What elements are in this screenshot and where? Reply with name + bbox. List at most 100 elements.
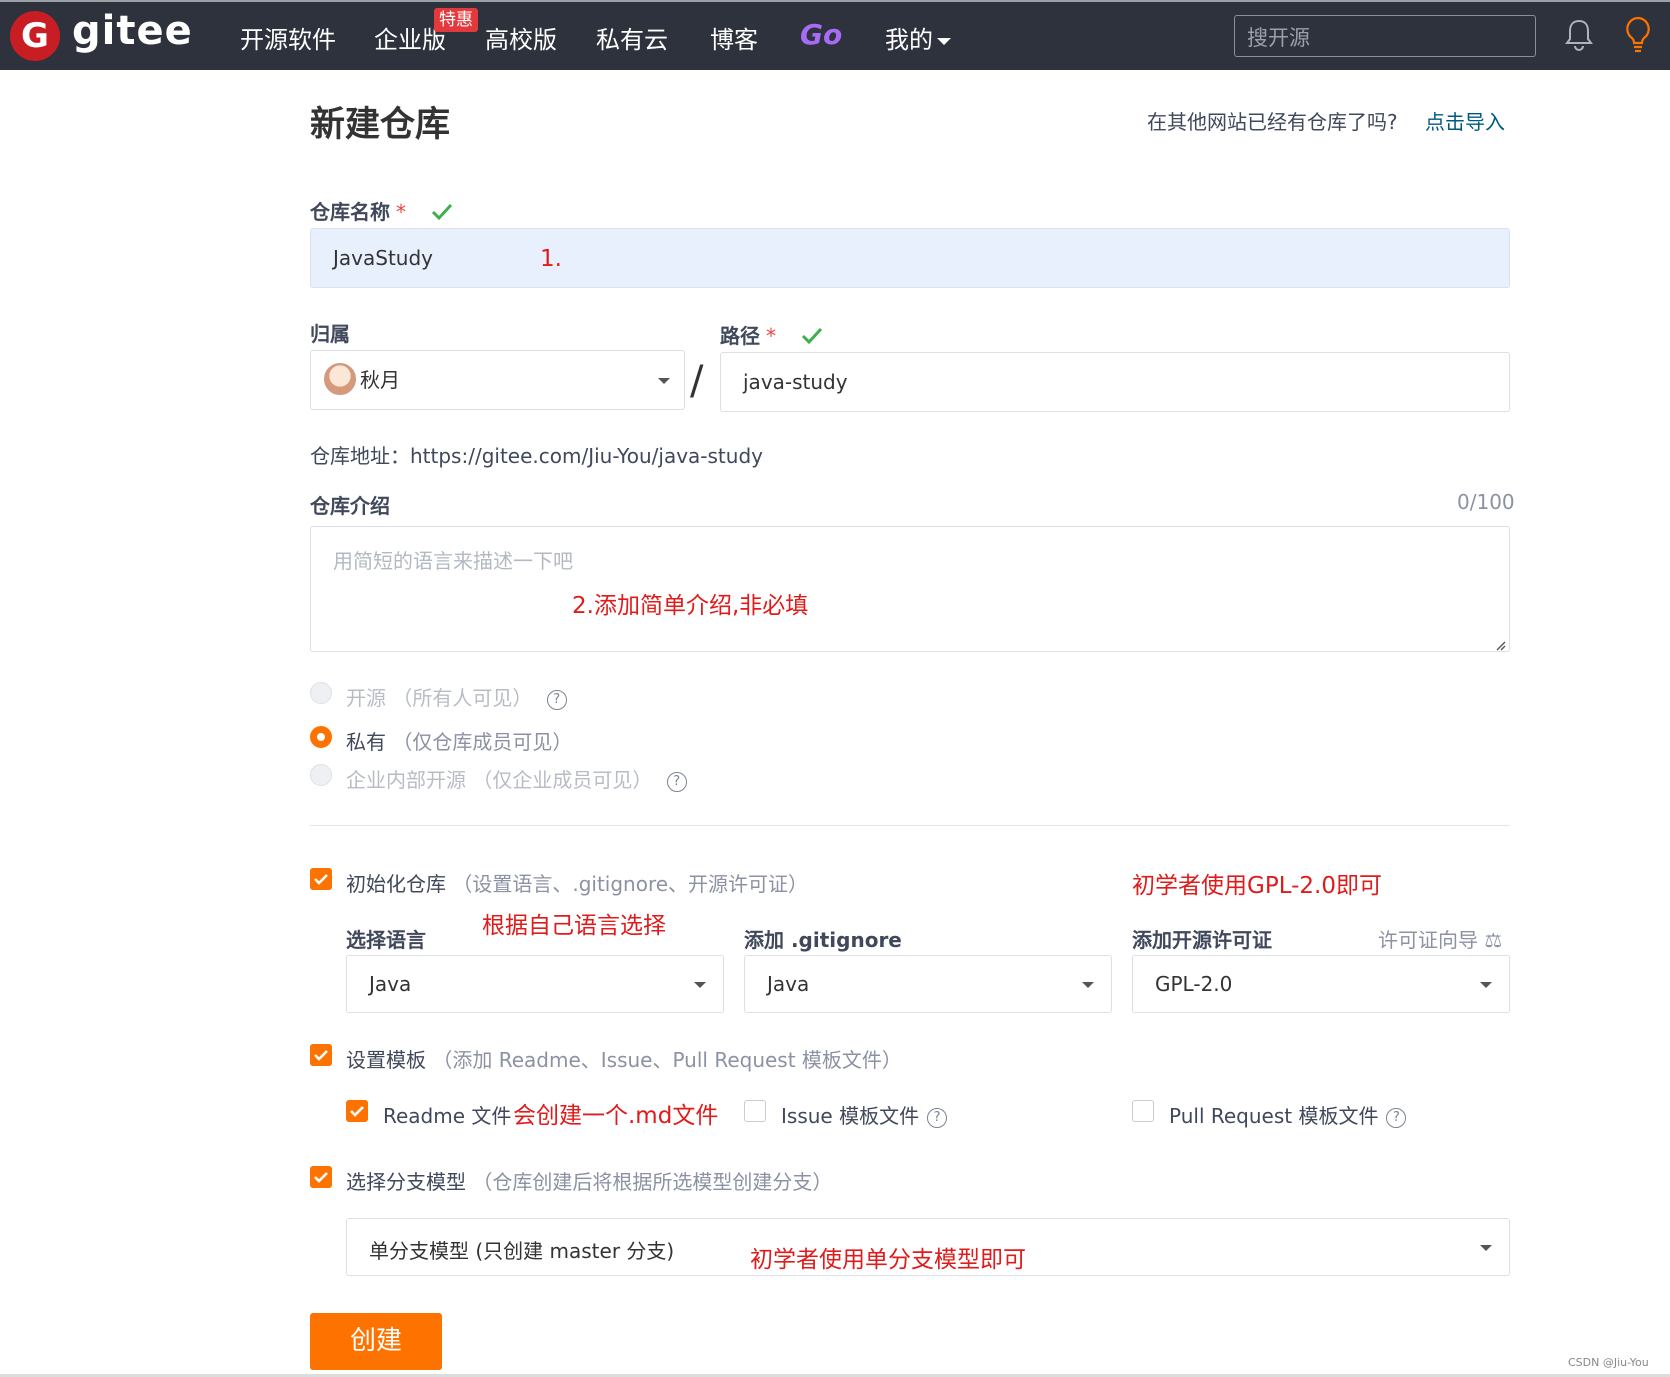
check-icon xyxy=(431,202,453,226)
help-icon[interactable]: ? xyxy=(546,689,567,710)
avatar xyxy=(324,363,356,395)
nav-item-go[interactable]: Go xyxy=(800,18,842,51)
init-repo-checkbox[interactable] xyxy=(310,868,332,890)
license-wizard-label: 许可证向导 xyxy=(1378,928,1478,952)
required-mark: * xyxy=(396,200,406,224)
resize-handle-icon[interactable] xyxy=(1494,636,1506,655)
path-label: 路径 * xyxy=(720,320,823,350)
chevron-down-icon xyxy=(1082,982,1094,988)
annotation-1: 1. xyxy=(540,246,562,272)
visibility-private-label: 私有 xyxy=(346,730,386,754)
annotation-6: 初学者使用单分支模型即可 xyxy=(750,1247,1026,1273)
visibility-private: 私有 （仅仓库成员可见） xyxy=(346,726,572,755)
visibility-enterprise-hint: （仅企业成员可见） xyxy=(472,768,653,792)
radio-enterprise-internal[interactable] xyxy=(310,764,332,786)
help-icon[interactable]: ? xyxy=(1386,1107,1407,1128)
description-label: 仓库介绍 xyxy=(310,494,390,518)
license-select[interactable]: GPL-2.0 xyxy=(1132,955,1510,1013)
template-checkbox[interactable] xyxy=(310,1044,332,1066)
search-input[interactable]: 搜开源 xyxy=(1234,15,1536,57)
template-label: 设置模板 xyxy=(346,1048,426,1072)
check-icon xyxy=(801,326,823,350)
repo-name-label-text: 仓库名称 xyxy=(310,200,390,224)
nav-item-education[interactable]: 高校版 xyxy=(485,20,557,55)
owner-label: 归属 xyxy=(310,322,350,346)
watermark: CSDN @Jiu-You xyxy=(1568,1356,1649,1369)
readme-label: Readme 文件 xyxy=(383,1104,512,1128)
template-hint: （添加 Readme、Issue、Pull Request 模板文件） xyxy=(432,1048,902,1072)
chevron-down-icon xyxy=(1480,982,1492,988)
language-value: Java xyxy=(369,972,412,996)
annotation-3: 初学者使用GPL-2.0即可 xyxy=(1132,873,1382,899)
description-textarea[interactable]: 用简短的语言来描述一下吧 xyxy=(310,526,1510,652)
visibility-open-source-label: 开源 xyxy=(346,686,386,710)
init-repo-option: 初始化仓库 （设置语言、.gitignore、开源许可证） xyxy=(346,868,808,897)
annotation-4: 根据自己语言选择 xyxy=(482,913,666,939)
create-button[interactable]: 创建 xyxy=(310,1313,442,1370)
nav-item-open-source[interactable]: 开源软件 xyxy=(240,20,336,55)
help-icon[interactable]: ? xyxy=(666,771,687,792)
radio-private[interactable] xyxy=(310,726,332,748)
lightbulb-icon[interactable] xyxy=(1624,16,1652,58)
license-wizard-link[interactable]: 许可证向导 ⚖ xyxy=(1378,924,1502,953)
gitee-logo-icon: G xyxy=(21,16,49,56)
gitignore-select[interactable]: Java xyxy=(744,955,1112,1013)
path-separator: / xyxy=(690,358,704,404)
repo-name-label: 仓库名称 * xyxy=(310,196,453,226)
owner-value: 秋月 xyxy=(360,368,400,392)
scale-icon: ⚖ xyxy=(1484,928,1503,952)
nav-item-blog[interactable]: 博客 xyxy=(710,20,758,55)
nav-mine-label: 我的 xyxy=(885,26,933,54)
gitignore-label: 添加 .gitignore xyxy=(744,928,902,952)
template-option: 设置模板 （添加 Readme、Issue、Pull Request 模板文件） xyxy=(346,1044,902,1073)
import-link[interactable]: 点击导入 xyxy=(1425,106,1505,135)
readme-checkbox[interactable] xyxy=(346,1100,368,1122)
gitignore-value: Java xyxy=(767,972,810,996)
branch-model-value: 单分支模型 (只创建 master 分支) xyxy=(369,1239,675,1263)
annotation-2: 2.添加简单介绍,非必填 xyxy=(572,593,809,619)
language-label: 选择语言 xyxy=(346,928,426,952)
nav-item-mine[interactable]: 我的 xyxy=(885,20,951,55)
init-repo-label: 初始化仓库 xyxy=(346,872,446,896)
chevron-down-icon xyxy=(937,37,951,45)
annotation-5: 会创建一个.md文件 xyxy=(513,1103,719,1129)
issue-template-option: Issue 模板文件? xyxy=(781,1100,948,1129)
branch-model-label: 选择分支模型 xyxy=(346,1170,466,1194)
license-label: 添加开源许可证 xyxy=(1132,928,1272,952)
brand-name[interactable]: gitee xyxy=(72,8,193,54)
promo-badge: 特惠 xyxy=(434,8,478,32)
nav-item-private-cloud[interactable]: 私有云 xyxy=(596,20,668,55)
visibility-enterprise-label: 企业内部开源 xyxy=(346,768,466,792)
visibility-open-source-hint: （所有人可见） xyxy=(392,686,533,710)
pr-template-checkbox[interactable] xyxy=(1132,1100,1154,1122)
init-repo-hint: （设置语言、.gitignore、开源许可证） xyxy=(452,872,809,896)
import-question: 在其他网站已经有仓库了吗? xyxy=(1147,110,1398,134)
license-value: GPL-2.0 xyxy=(1155,972,1233,996)
branch-model-checkbox[interactable] xyxy=(310,1166,332,1188)
pr-template-label: Pull Request 模板文件 xyxy=(1169,1104,1379,1128)
repo-address: 仓库地址：https://gitee.com/Jiu-You/java-stud… xyxy=(310,444,763,468)
description-counter: 0/100 xyxy=(1457,490,1515,514)
branch-model-option: 选择分支模型 （仓库创建后将根据所选模型创建分支） xyxy=(346,1166,832,1195)
page-title: 新建仓库 xyxy=(310,105,451,145)
radio-open-source[interactable] xyxy=(310,682,332,704)
repo-name-input[interactable]: JavaStudy xyxy=(310,228,1510,288)
visibility-private-hint: （仅仓库成员可见） xyxy=(392,730,573,754)
bell-icon[interactable] xyxy=(1564,18,1594,56)
chevron-down-icon xyxy=(658,378,670,384)
issue-template-checkbox[interactable] xyxy=(744,1100,766,1122)
visibility-enterprise: 企业内部开源 （仅企业成员可见） ? xyxy=(346,764,687,793)
required-mark: * xyxy=(766,324,776,348)
chevron-down-icon xyxy=(694,982,706,988)
help-icon[interactable]: ? xyxy=(927,1107,948,1128)
description-placeholder: 用简短的语言来描述一下吧 xyxy=(333,549,573,573)
section-divider xyxy=(310,825,1510,826)
branch-model-hint: （仓库创建后将根据所选模型创建分支） xyxy=(472,1170,833,1194)
chevron-down-icon xyxy=(1480,1245,1492,1251)
path-label-text: 路径 xyxy=(720,324,760,348)
issue-template-label: Issue 模板文件 xyxy=(781,1104,920,1128)
language-select[interactable]: Java xyxy=(346,955,724,1013)
path-input[interactable]: java-study xyxy=(720,352,1510,412)
visibility-open-source: 开源 （所有人可见） ? xyxy=(346,682,567,711)
pr-template-option: Pull Request 模板文件? xyxy=(1169,1100,1407,1129)
